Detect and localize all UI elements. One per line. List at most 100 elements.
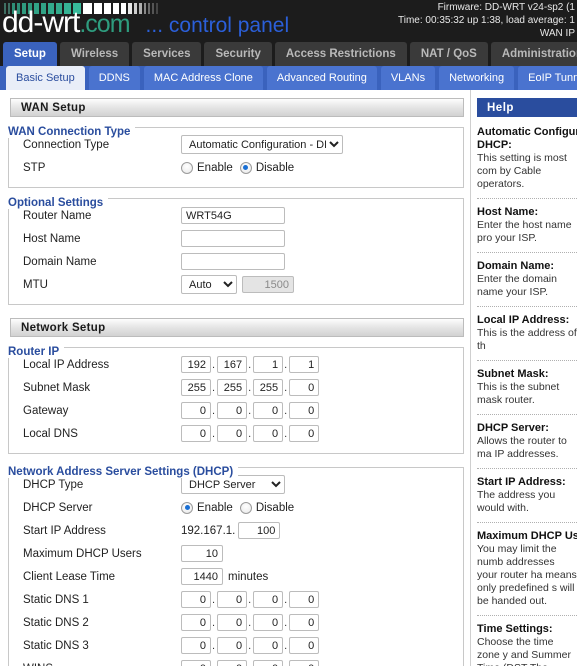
stp-disable-radio[interactable]: Disable	[239, 161, 294, 174]
octet-input-2[interactable]	[217, 660, 248, 666]
octet-input-2[interactable]	[217, 379, 248, 396]
help-item-text: Enter the domain name your ISP.	[477, 273, 557, 298]
domain-name-input[interactable]	[181, 253, 285, 270]
label-gateway: Gateway	[23, 404, 69, 417]
ip-octet-group: ...	[181, 660, 320, 666]
mtu-mode-select[interactable]: Auto	[181, 275, 237, 294]
help-item-text: This is the subnet mask router.	[477, 381, 560, 406]
uptime-load: Time: 00:35:32 up 1:38, load average: 1	[398, 15, 575, 26]
octet-input-3[interactable]	[253, 402, 284, 419]
octet-input-3[interactable]	[253, 637, 284, 654]
help-separator	[477, 198, 577, 199]
octet-input-1[interactable]	[181, 356, 211, 373]
help-panel: Help Automatic Configura DHCP: This settin…	[470, 90, 577, 666]
dhcp-enable-radio[interactable]: Enable	[181, 501, 233, 514]
tab-administration[interactable]: Administration	[490, 42, 577, 66]
label-dhcp-type: DHCP Type	[23, 478, 84, 491]
help-item: Host Name: Enter the host name pro your I…	[477, 206, 577, 245]
stp-enable-radio[interactable]: Enable	[181, 161, 233, 174]
octet-input-1[interactable]	[181, 402, 211, 419]
octet-input-2[interactable]	[217, 402, 248, 419]
octet-input-3[interactable]	[253, 356, 284, 373]
router-ip-rows: Local IP Address...Subnet Mask...Gateway…	[8, 347, 464, 454]
ip-octet-group: ...	[181, 425, 320, 442]
octet-input-2[interactable]	[217, 637, 248, 654]
router-name-input[interactable]	[181, 207, 285, 224]
octet-input-2[interactable]	[217, 614, 248, 631]
octet-input-4[interactable]	[289, 379, 320, 396]
label-static-dns-2: Static DNS 2	[23, 616, 89, 629]
subtab-advanced-routing[interactable]: Advanced Routing	[266, 66, 377, 90]
label-client-lease-time: Client Lease Time	[23, 570, 116, 583]
label-connection-type: Connection Type	[23, 138, 110, 151]
octet-input-4[interactable]	[289, 402, 320, 419]
help-item-heading: Maximum DHCP Use	[477, 530, 577, 542]
octet-input-3[interactable]	[253, 591, 284, 608]
label-dhcp-server: DHCP Server	[23, 501, 93, 514]
host-name-input[interactable]	[181, 230, 285, 247]
wan-ip-label: WAN IP	[539, 28, 575, 39]
octet-input-4[interactable]	[289, 660, 320, 666]
octet-input-1[interactable]	[181, 591, 211, 608]
help-item-text: Choose the time zone y and Summer Time (…	[477, 636, 571, 666]
help-separator	[477, 360, 577, 361]
logo-main-text: dd-wrt	[2, 6, 80, 39]
help-item: Domain Name: Enter the domain name your I…	[477, 260, 577, 299]
subtab-vlans[interactable]: VLANs	[380, 66, 436, 90]
octet-input-2[interactable]	[217, 591, 248, 608]
octet-input-4[interactable]	[289, 614, 320, 631]
octet-input-4[interactable]	[289, 637, 320, 654]
octet-input-3[interactable]	[253, 379, 284, 396]
max-dhcp-users-input[interactable]	[181, 545, 223, 562]
help-item-heading: Start IP Address:	[477, 476, 566, 488]
label-host-name: Host Name	[23, 232, 81, 245]
label-static-dns-3: Static DNS 3	[23, 639, 89, 652]
client-lease-time-input[interactable]	[181, 568, 223, 585]
octet-input-1[interactable]	[181, 379, 211, 396]
subtab-ddns[interactable]: DDNS	[88, 66, 140, 90]
help-separator	[477, 522, 577, 523]
subtab-basic-setup[interactable]: Basic Setup	[6, 66, 85, 90]
tab-setup[interactable]: Setup	[3, 42, 57, 66]
subtab-networking[interactable]: Networking	[439, 66, 515, 90]
help-item: Subnet Mask: This is the subnet mask rout…	[477, 368, 577, 407]
radio-button-icon	[239, 501, 252, 514]
start-ip-prefix: 192.167.1.	[181, 524, 236, 537]
octet-input-2[interactable]	[217, 356, 248, 373]
dhcp-disable-radio[interactable]: Disable	[239, 501, 294, 514]
octet-input-1[interactable]	[181, 614, 211, 631]
help-item: DHCP Server: Allows the router to ma IP a…	[477, 422, 577, 461]
octet-input-4[interactable]	[289, 356, 320, 373]
tab-security[interactable]: Security	[204, 42, 272, 66]
section-header-wan-setup: WAN Setup	[10, 98, 464, 117]
tab-services[interactable]: Services	[132, 42, 202, 66]
label-max-dhcp-users: Maximum DHCP Users	[23, 547, 142, 560]
octet-input-3[interactable]	[253, 614, 284, 631]
row-static-dns-1: Static DNS 1...	[9, 588, 463, 611]
subtab-mac-address-clone[interactable]: MAC Address Clone	[143, 66, 263, 90]
octet-input-3[interactable]	[253, 660, 284, 666]
octet-input-1[interactable]	[181, 425, 211, 442]
tab-access-restrictions[interactable]: Access Restrictions	[274, 42, 407, 66]
row-stp: STP Enable Disable	[9, 156, 463, 179]
row-mtu: MTU Auto	[9, 273, 463, 296]
system-info: Firmware: DD-WRT v24-sp2 (1 Time: 00:35:…	[398, 1, 575, 40]
octet-input-1[interactable]	[181, 660, 211, 666]
label-local-dns: Local DNS	[23, 427, 78, 440]
label-subnet-mask: Subnet Mask	[23, 381, 91, 394]
row-domain-name: Domain Name	[9, 250, 463, 273]
octet-input-3[interactable]	[253, 425, 284, 442]
octet-input-4[interactable]	[289, 425, 320, 442]
start-ip-input[interactable]	[238, 522, 281, 539]
help-item-text: The address you would with.	[477, 489, 556, 514]
row-local-dns: Local DNS...	[9, 422, 463, 445]
connection-type-select[interactable]: Automatic Configuration - DHCP	[181, 135, 343, 154]
octet-input-1[interactable]	[181, 637, 211, 654]
tab-wireless[interactable]: Wireless	[59, 42, 130, 66]
subtab-eoip-tunnel[interactable]: EoIP Tunnel	[518, 66, 577, 90]
tab-nat-qos[interactable]: NAT / QoS	[409, 42, 488, 66]
label-local-ip-address: Local IP Address	[23, 358, 110, 371]
row-wins: WINS...	[9, 657, 463, 666]
octet-input-4[interactable]	[289, 591, 320, 608]
octet-input-2[interactable]	[217, 425, 248, 442]
